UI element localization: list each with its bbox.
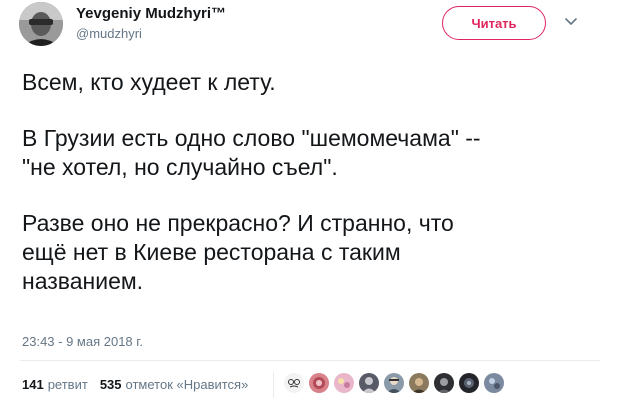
author-avatar[interactable] [19, 2, 63, 46]
liker-avatar-2[interactable] [309, 373, 329, 393]
tweet-line: названием. [22, 268, 144, 294]
stats-separator [273, 372, 274, 398]
chevron-down-icon[interactable] [564, 14, 578, 28]
author-name[interactable]: Yevgeniy Mudzhyri™ [76, 5, 226, 22]
likes-count[interactable]: 535 [100, 377, 122, 392]
retweets-count[interactable]: 141 [22, 377, 44, 392]
author-handle[interactable]: @mudzhyri [76, 26, 142, 41]
follow-button[interactable]: Читать [442, 6, 546, 40]
liker-avatar-3[interactable] [334, 373, 354, 393]
tweet-line: Разве оно не прекрасно? И странно, что [22, 210, 454, 236]
tweet-line: В Грузии есть одно слово "шемомечама" -- [22, 125, 481, 151]
tweet-paragraph-1: Всем, кто худеет к лету. [22, 69, 276, 95]
likes-label[interactable]: отметок «Нравится» [126, 377, 249, 392]
liker-avatar-4[interactable] [359, 373, 379, 393]
tweet-line: "не хотел, но случайно съел". [22, 154, 338, 180]
liker-avatar-6[interactable] [409, 373, 429, 393]
liker-avatar-8[interactable] [459, 373, 479, 393]
divider [20, 360, 600, 361]
tweet-text: Всем, кто худеет к лету. В Грузии есть о… [22, 68, 602, 296]
liker-avatar-9[interactable] [484, 373, 504, 393]
tweet-line: ещё нет в Киеве ресторана с таким [22, 239, 401, 265]
liker-avatar-7[interactable] [434, 373, 454, 393]
liker-avatar-1[interactable] [284, 373, 304, 393]
tweet-timestamp[interactable]: 23:43 - 9 мая 2018 г. [22, 334, 143, 349]
likers-list [284, 373, 509, 393]
liker-avatar-5[interactable] [384, 373, 404, 393]
tweet-stats: 141 ретвит 535 отметок «Нравится» [22, 377, 260, 392]
retweets-label[interactable]: ретвит [48, 377, 88, 392]
